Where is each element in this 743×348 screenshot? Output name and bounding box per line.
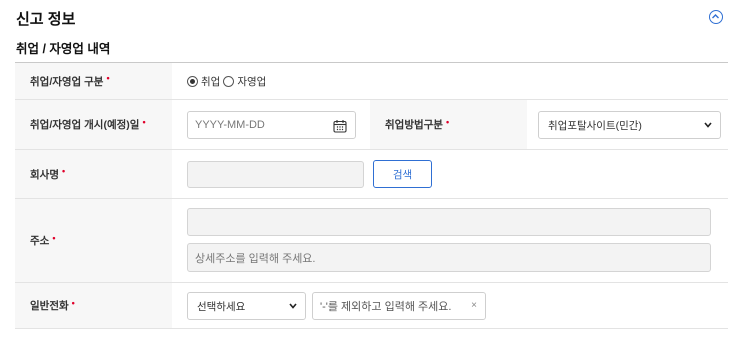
- report-form: 취업/자영업 구분 • 취업 자영업 취업/자영업 개시(예정)일 • YYYY-M…: [15, 62, 728, 329]
- radio-employment[interactable]: [187, 75, 198, 87]
- radio-employment-label[interactable]: 취업: [201, 74, 220, 89]
- collapse-toggle-icon[interactable]: [709, 10, 723, 24]
- start-date-label: 취업/자영업 개시(예정)일 •: [15, 100, 172, 149]
- address-label: 주소 •: [15, 199, 172, 282]
- chevron-down-icon: [704, 122, 712, 128]
- row-phone: 일반전화 • 선택하세요 '-'를 제외하고 입력해 주세요. ×: [15, 283, 728, 329]
- search-button[interactable]: 검색: [373, 160, 432, 188]
- required-mark: •: [52, 232, 56, 243]
- calendar-icon[interactable]: [333, 119, 347, 133]
- required-mark: •: [445, 116, 450, 127]
- section-subtitle: 취업 / 자영업 내역: [16, 42, 111, 56]
- row-address: 주소 • 상세주소를 입력해 주세요.: [15, 199, 728, 283]
- start-date-input[interactable]: YYYY-MM-DD: [187, 111, 356, 139]
- phone-number-input[interactable]: '-'를 제외하고 입력해 주세요. ×: [312, 292, 486, 320]
- chevron-down-icon: [289, 303, 297, 309]
- row-company: 회사명 • 검색: [15, 150, 728, 199]
- company-name-input[interactable]: [187, 161, 364, 188]
- required-mark: •: [71, 297, 75, 308]
- required-mark: •: [106, 73, 110, 83]
- company-label: 회사명 •: [15, 150, 172, 198]
- section-title: 신고 정보: [16, 11, 76, 28]
- required-mark: •: [61, 166, 66, 176]
- required-mark: •: [142, 116, 146, 127]
- radio-self-employment[interactable]: [223, 75, 235, 87]
- employment-type-label: 취업/자영업 구분 •: [15, 63, 172, 99]
- radio-self-employment-label[interactable]: 자영업: [237, 74, 266, 89]
- area-code-select[interactable]: 선택하세요: [187, 292, 306, 320]
- employment-method-label: 취업방법구분 •: [370, 100, 527, 149]
- address-input[interactable]: [187, 208, 711, 236]
- clear-icon[interactable]: ×: [471, 300, 477, 311]
- employment-type-radio-group: 취업 자영업: [187, 63, 269, 99]
- phone-label: 일반전화 •: [15, 283, 172, 328]
- row-employment-type: 취업/자영업 구분 • 취업 자영업: [15, 63, 728, 100]
- row-start-date: 취업/자영업 개시(예정)일 • YYYY-MM-DD 취업방법구분 • 취업포탈사…: [15, 100, 728, 150]
- address-detail-input[interactable]: 상세주소를 입력해 주세요.: [187, 243, 711, 272]
- employment-method-select[interactable]: 취업포탈사이트(민간): [538, 111, 721, 139]
